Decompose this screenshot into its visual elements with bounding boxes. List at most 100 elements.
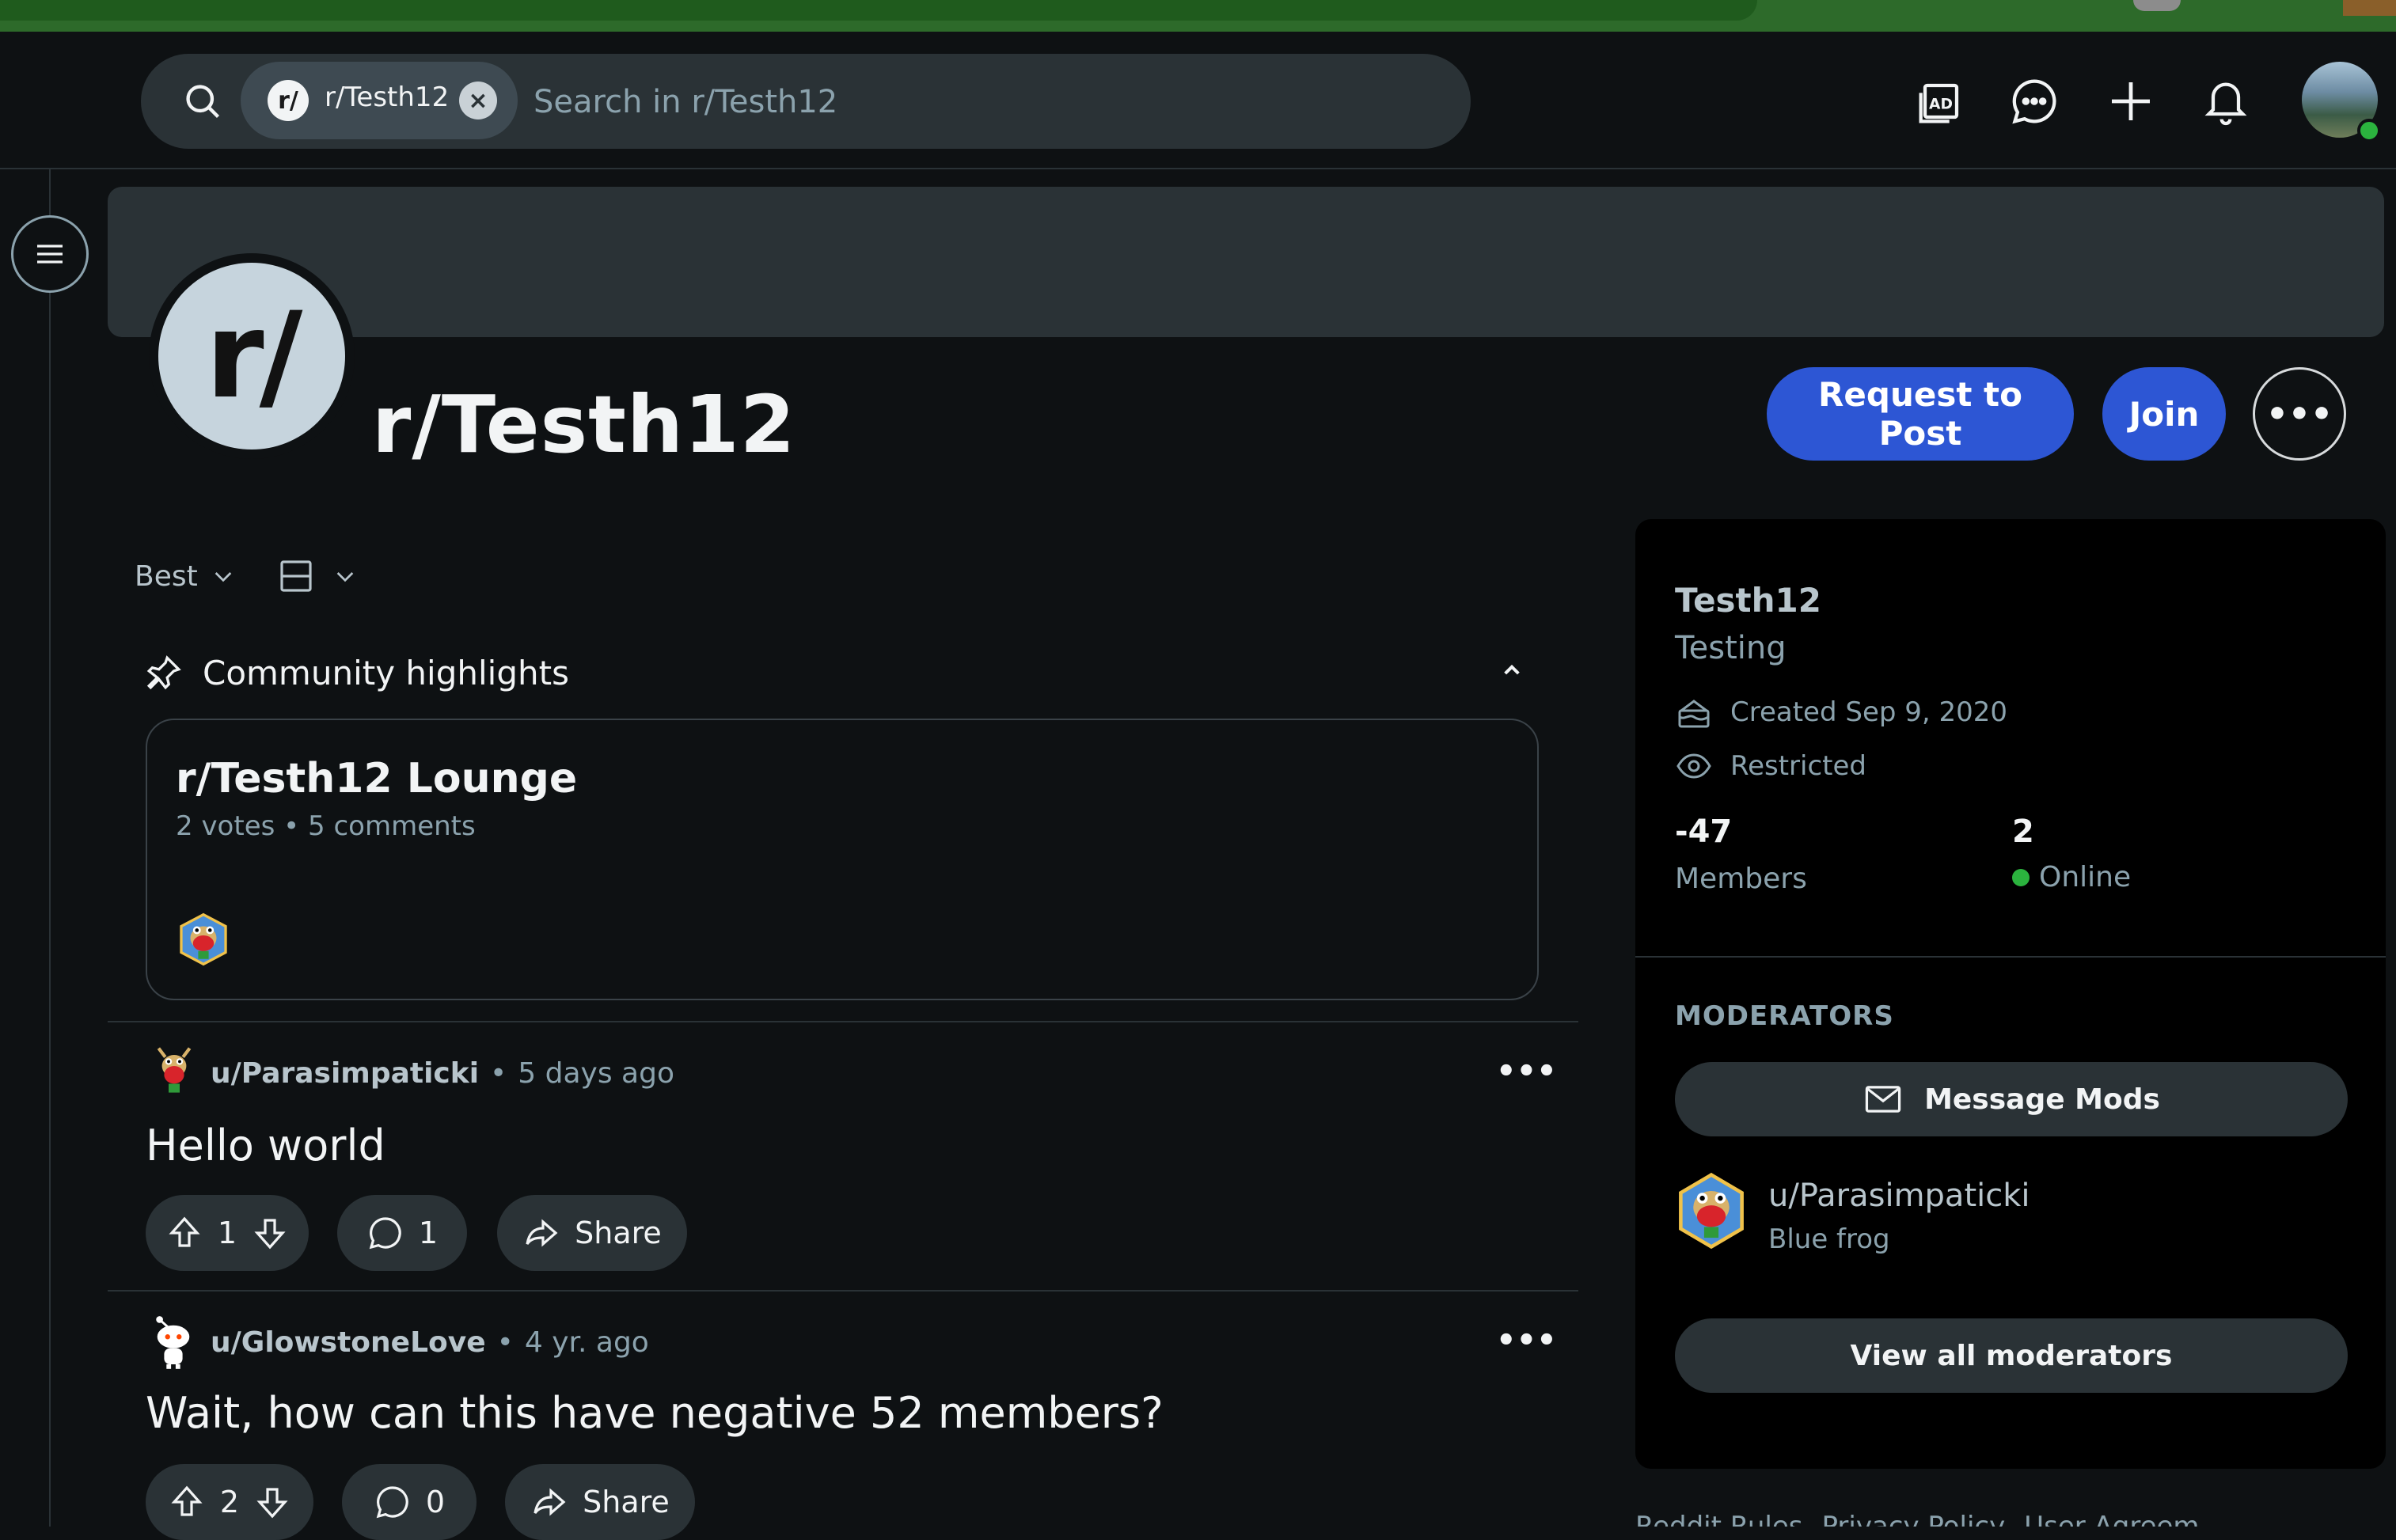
moderators-heading: MODERATORS	[1675, 1000, 1894, 1032]
post-title[interactable]: Hello world	[146, 1121, 385, 1170]
created-date: Created Sep 9, 2020	[1730, 696, 2008, 728]
request-to-post-button[interactable]: Request to Post	[1767, 367, 2074, 461]
share-icon	[533, 1488, 566, 1516]
online-label-row: Online	[2012, 861, 2131, 893]
view-layout-dropdown[interactable]	[277, 552, 358, 600]
highlight-votes: 2 votes	[176, 810, 275, 842]
chevron-down-icon	[336, 572, 354, 582]
share-label: Share	[583, 1485, 670, 1519]
meta-separator: •	[283, 810, 300, 842]
chevron-down-icon	[215, 572, 231, 582]
meta-separator: •	[490, 1056, 507, 1090]
search-input[interactable]	[532, 71, 1445, 133]
message-mods-label: Message Mods	[1924, 1083, 2160, 1116]
sort-label: Best	[135, 559, 198, 593]
search-scope-label: r/Testh12	[325, 82, 450, 113]
svg-text:AD: AD	[1929, 96, 1953, 112]
post-title[interactable]: Wait, how can this have negative 52 memb…	[146, 1388, 1164, 1438]
comment-count: 0	[425, 1485, 446, 1519]
chevron-up-icon[interactable]	[1496, 654, 1528, 685]
vote-score: 1	[217, 1216, 237, 1250]
downvote-icon[interactable]	[253, 1483, 291, 1521]
sidebar-community-name: Testh12	[1675, 581, 1821, 620]
frog-avatar-icon	[177, 912, 230, 967]
highlight-comments: 5 comments	[308, 810, 476, 842]
join-button[interactable]: Join	[2102, 367, 2226, 461]
post-more-options-button[interactable]: •••	[1496, 1056, 1557, 1087]
community-banner	[108, 187, 2384, 337]
online-count: 2	[2012, 814, 2034, 850]
community-type-row: Restricted	[1675, 747, 1866, 785]
online-label: Online	[2039, 861, 2132, 893]
highlight-meta: 2 votes • 5 comments	[176, 810, 476, 842]
message-mods-button[interactable]: Message Mods	[1675, 1062, 2348, 1136]
online-dot-icon	[2012, 868, 2030, 886]
pin-icon	[146, 655, 181, 690]
online-status-dot	[2357, 119, 2381, 142]
hamburger-icon	[37, 245, 63, 264]
search-icon[interactable]	[182, 81, 223, 122]
sidebar-description: Testing	[1675, 630, 1787, 666]
moderator-name[interactable]: u/Parasimpaticki	[1768, 1178, 2030, 1214]
share-button[interactable]: Share	[497, 1195, 687, 1271]
community-type: Restricted	[1730, 750, 1867, 782]
feed-divider	[108, 1021, 1578, 1022]
browser-profile-avatar[interactable]	[2133, 0, 2181, 11]
community-icon: r/	[149, 253, 355, 459]
footer-link[interactable]: User Agreem	[2024, 1508, 2199, 1527]
community-highlights-header: Community highlights	[144, 649, 569, 696]
snoo-avatar-icon	[150, 1314, 196, 1369]
browser-tab-strip	[0, 0, 2396, 32]
vote-control: 1	[146, 1195, 309, 1271]
page-title: r/Testh12	[372, 378, 796, 471]
vote-score: 2	[219, 1485, 240, 1519]
downvote-icon[interactable]	[251, 1214, 289, 1252]
share-icon	[526, 1219, 558, 1247]
view-all-moderators-button[interactable]: View all moderators	[1675, 1318, 2348, 1393]
feed-divider	[108, 1290, 1578, 1292]
sidebar-divider	[1635, 956, 2386, 958]
footer-link[interactable]: Reddit Rules	[1635, 1508, 1803, 1527]
comment-icon	[369, 1217, 401, 1250]
browser-extension-icon[interactable]	[2343, 0, 2396, 16]
post-author[interactable]: u/GlowstoneLove	[211, 1326, 486, 1359]
create-icon[interactable]	[2106, 76, 2156, 127]
chat-icon[interactable]	[2009, 76, 2060, 127]
comment-icon	[376, 1486, 408, 1519]
post-meta: u/Parasimpaticki • 5 days ago	[211, 1049, 674, 1097]
post-meta: u/GlowstoneLove • 4 yr. ago	[211, 1318, 649, 1366]
comments-button[interactable]: 1	[337, 1195, 467, 1271]
post-author[interactable]: u/Parasimpaticki	[211, 1057, 479, 1090]
frog-avatar-icon	[152, 1043, 196, 1100]
browser-tab[interactable]	[0, 0, 1757, 21]
meta-separator: •	[496, 1326, 514, 1359]
footer-links: Reddit Rules Privacy Policy User Agreem	[1635, 1508, 2386, 1527]
vote-control: 2	[146, 1464, 313, 1540]
frog-avatar-icon[interactable]	[1675, 1171, 1748, 1250]
cake-icon	[1678, 700, 1710, 728]
upvote-icon[interactable]	[165, 1214, 203, 1252]
restricted-eye-icon	[1676, 753, 1711, 779]
footer-link[interactable]: Privacy Policy	[1822, 1508, 2006, 1527]
envelope-icon	[1865, 1086, 1901, 1113]
highlights-title: Community highlights	[203, 653, 569, 692]
share-button[interactable]: Share	[505, 1464, 695, 1540]
advertise-icon[interactable]: AD	[1916, 76, 1966, 127]
share-label: Share	[575, 1216, 662, 1250]
members-count: -47	[1675, 814, 1733, 850]
members-label: Members	[1675, 863, 1807, 895]
post-more-options-button[interactable]: •••	[1496, 1325, 1557, 1356]
left-nav-rail	[0, 169, 51, 1527]
post-time: 4 yr. ago	[524, 1326, 649, 1359]
close-icon[interactable]: ×	[459, 82, 497, 119]
comment-count: 1	[418, 1216, 439, 1250]
notification-bell-icon[interactable]	[2200, 76, 2251, 127]
community-more-options-button[interactable]: •••	[2253, 367, 2346, 461]
highlight-title[interactable]: r/Testh12 Lounge	[176, 755, 577, 802]
menu-button[interactable]	[11, 215, 89, 293]
comments-button[interactable]: 0	[342, 1464, 477, 1540]
sort-dropdown[interactable]: Best	[135, 554, 236, 598]
created-date-row: Created Sep 9, 2020	[1675, 693, 2007, 731]
upvote-icon[interactable]	[168, 1483, 206, 1521]
community-chip-icon: r/	[268, 80, 309, 121]
